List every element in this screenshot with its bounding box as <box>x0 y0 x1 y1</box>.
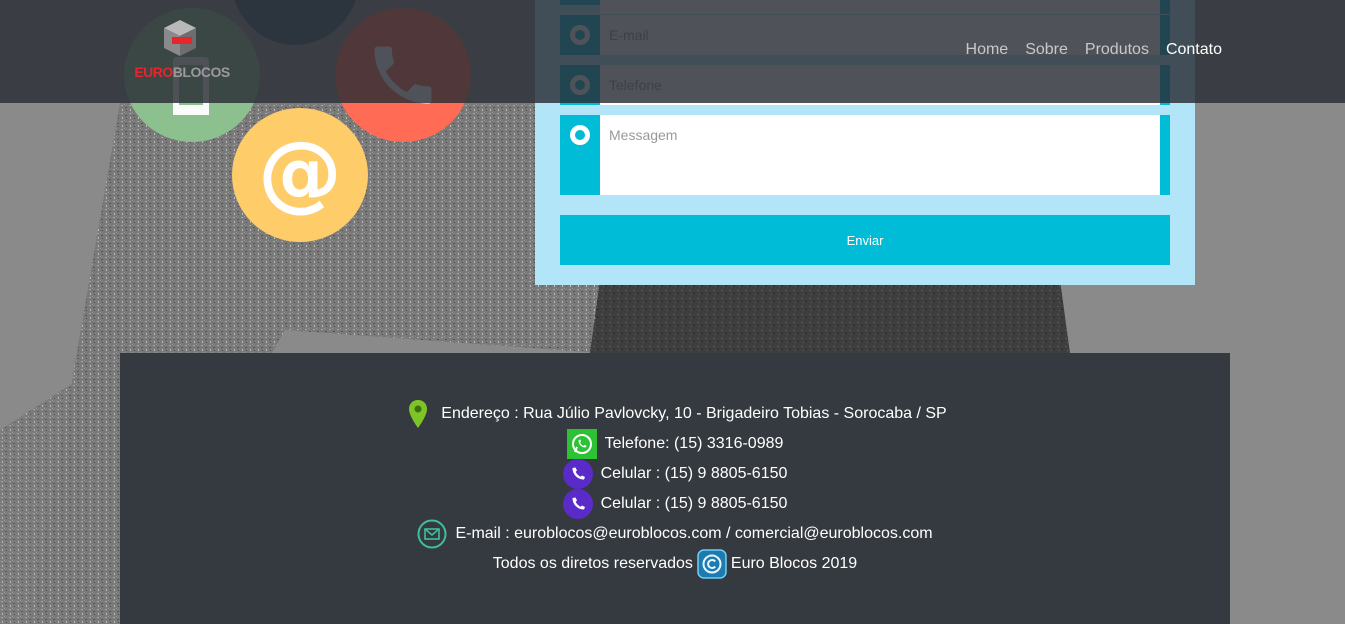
euroblocos-logo[interactable]: EUROBLOCOS <box>122 20 242 82</box>
nav-sobre[interactable]: Sobre <box>1025 41 1068 59</box>
footer-copyright: Todos os diretos reservados Euro Blocos … <box>120 549 1230 579</box>
at-sign-icon: @ <box>258 123 342 221</box>
top-navbar: EUROBLOCOS Home Sobre Produtos Contato <box>0 0 1345 103</box>
address-text: Endereço : Rua Júlio Pavlovcky, 10 - Bri… <box>441 405 947 422</box>
footer-mobile-2: Celular : (15) 9 8805-6150 <box>120 489 1230 519</box>
footer: Endereço : Rua Júlio Pavlovcky, 10 - Bri… <box>120 353 1230 624</box>
phone-text: Telefone: (15) 3316-0989 <box>604 435 784 452</box>
rights-text: Todos os diretos reservados <box>492 555 693 572</box>
logo-wordmark: EUROBLOCOS <box>134 64 230 80</box>
footer-address: Endereço : Rua Júlio Pavlovcky, 10 - Bri… <box>120 399 1230 429</box>
whatsapp-icon <box>566 429 597 459</box>
message-textarea[interactable] <box>600 115 1170 195</box>
footer-email: E-mail : euroblocos@euroblocos.com / com… <box>120 519 1230 549</box>
copyright-icon <box>697 549 727 579</box>
logo-cube-icon <box>164 20 196 56</box>
nav-produtos[interactable]: Produtos <box>1085 41 1149 59</box>
radio-icon <box>560 115 600 195</box>
envelope-icon <box>417 519 447 549</box>
email-circle-icon: @ <box>232 108 368 242</box>
nav-contato[interactable]: Contato <box>1166 41 1222 59</box>
main-nav: Home Sobre Produtos Contato <box>966 41 1222 59</box>
mobile-text-1: Celular : (15) 9 8805-6150 <box>600 465 788 482</box>
footer-mobile-1: Celular : (15) 9 8805-6150 <box>120 459 1230 489</box>
send-button[interactable]: Enviar <box>560 215 1170 265</box>
message-field <box>560 115 1170 195</box>
nav-home[interactable]: Home <box>966 41 1009 59</box>
phone-icon <box>562 459 593 489</box>
mobile-text-2: Celular : (15) 9 8805-6150 <box>600 495 788 512</box>
phone-icon <box>562 489 593 519</box>
brand-year-text: Euro Blocos 2019 <box>730 555 858 572</box>
footer-phone: Telefone: (15) 3316-0989 <box>120 429 1230 459</box>
map-pin-icon <box>403 399 433 429</box>
email-text: E-mail : euroblocos@euroblocos.com / com… <box>455 525 933 542</box>
